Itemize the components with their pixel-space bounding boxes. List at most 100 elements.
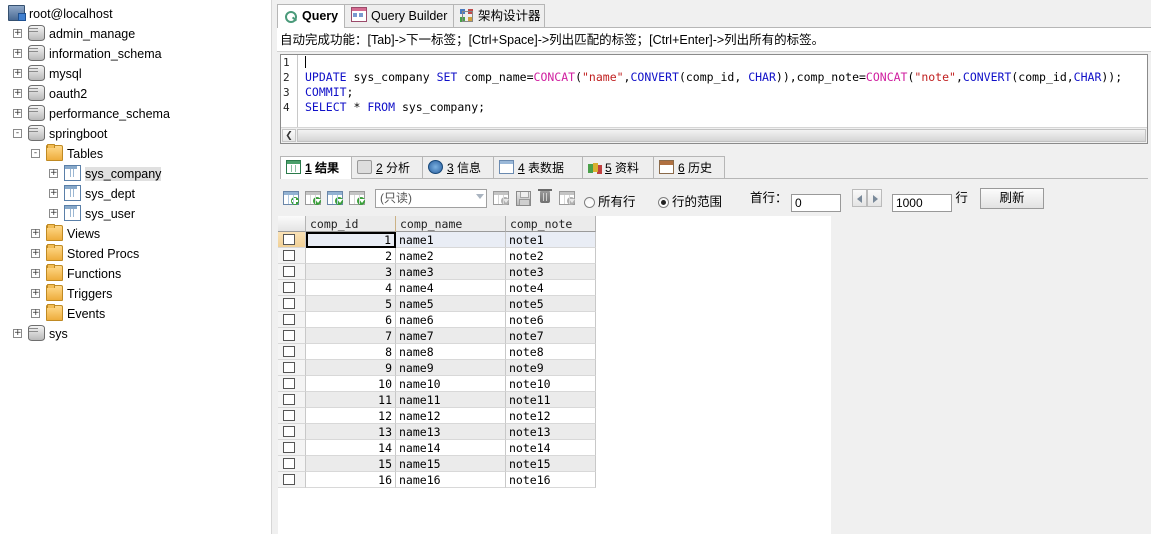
result-tab-5[interactable]: 5 资料 [582,156,654,178]
tree-node-information_schema[interactable]: + information_schema [0,44,271,64]
add-record-icon[interactable] [282,189,301,207]
expand-icon[interactable]: + [13,109,22,118]
checkbox-icon[interactable] [283,314,295,325]
cell-comp_name[interactable]: name7 [396,328,506,344]
cell-comp_name[interactable]: name1 [396,232,506,248]
cell-comp_note[interactable]: note13 [506,424,596,440]
row-checkbox[interactable] [278,344,306,360]
row-checkbox[interactable] [278,456,306,472]
tree-node-sys[interactable]: + sys [0,324,271,344]
checkbox-icon[interactable] [283,474,295,485]
row-checkbox[interactable] [278,280,306,296]
select-all-cell[interactable] [278,216,306,232]
cell-comp_note[interactable]: note16 [506,472,596,488]
row-checkbox[interactable] [278,328,306,344]
table-row[interactable]: 6 name6 note6 [278,312,831,328]
table-row[interactable]: 7 name7 note7 [278,328,831,344]
expand-icon[interactable]: + [31,289,40,298]
scroll-thumb[interactable] [297,129,1146,142]
table-row[interactable]: 11 name11 note11 [278,392,831,408]
checkbox-icon[interactable] [283,298,295,309]
row-checkbox[interactable] [278,424,306,440]
cell-comp_id[interactable]: 13 [306,424,396,440]
spin-down-button[interactable] [851,189,867,207]
table-row[interactable]: 3 name3 note3 [278,264,831,280]
cell-comp_id[interactable]: 8 [306,344,396,360]
cell-comp_id[interactable]: 14 [306,440,396,456]
result-tab-2[interactable]: 2 分析 [351,156,423,178]
cell-comp_name[interactable]: name13 [396,424,506,440]
cell-comp_name[interactable]: name6 [396,312,506,328]
cell-comp_name[interactable]: name14 [396,440,506,456]
checkbox-icon[interactable] [283,458,295,469]
expand-icon[interactable]: + [13,329,22,338]
cell-comp_id[interactable]: 6 [306,312,396,328]
column-header-comp_name[interactable]: comp_name [396,216,506,232]
table-row[interactable]: 4 name4 note4 [278,280,831,296]
tree-node-stored-procs[interactable]: + Stored Procs [0,244,271,264]
cell-comp_id[interactable]: 5 [306,296,396,312]
column-header-comp_note[interactable]: comp_note [506,216,596,232]
cell-comp_id[interactable]: 12 [306,408,396,424]
import-grid-icon[interactable] [326,189,345,207]
checkbox-icon[interactable] [283,346,295,357]
tree-node-admin_manage[interactable]: + admin_manage [0,24,271,44]
row-checkbox[interactable] [278,296,306,312]
checkbox-icon[interactable] [283,442,295,453]
checkbox-icon[interactable] [283,378,295,389]
row-checkbox[interactable] [278,360,306,376]
result-grid[interactable]: comp_id comp_name comp_note 1 name1 note1 2 nam… [278,216,831,534]
expand-icon[interactable]: + [49,189,58,198]
refresh-grid-icon[interactable] [558,189,577,207]
checkbox-icon[interactable] [283,410,295,421]
tree-node-performance_schema[interactable]: + performance_schema [0,104,271,124]
collapse-icon[interactable]: - [31,149,40,158]
table-row[interactable]: 2 name2 note2 [278,248,831,264]
cell-comp_note[interactable]: note6 [506,312,596,328]
table-row[interactable]: 16 name16 note16 [278,472,831,488]
checkbox-icon[interactable] [283,266,295,277]
result-tab-6[interactable]: 6 历史 [653,156,725,178]
radio-all-rows[interactable]: 所有行 [584,191,636,210]
export-grid-icon[interactable] [304,189,323,207]
tree-node-sys_user[interactable]: + sys_user [0,204,271,224]
cell-comp_note[interactable]: note8 [506,344,596,360]
collapse-icon[interactable]: - [13,129,22,138]
tree-node-root[interactable]: root@localhost [0,4,271,24]
column-header-comp_id[interactable]: comp_id [306,216,396,232]
result-tab-3[interactable]: 3 信息 [422,156,494,178]
cell-comp_id[interactable]: 9 [306,360,396,376]
row-checkbox[interactable] [278,440,306,456]
cell-comp_id[interactable]: 10 [306,376,396,392]
checkbox-icon[interactable] [283,330,295,341]
sql-code-area[interactable]: UPDATE sys_company SET comp_name=CONCAT(… [299,55,1147,127]
expand-icon[interactable]: + [31,229,40,238]
tree-node-tables[interactable]: - Tables [0,144,271,164]
cell-comp_id[interactable]: 15 [306,456,396,472]
cell-comp_id[interactable]: 11 [306,392,396,408]
table-row[interactable]: 15 name15 note15 [278,456,831,472]
cell-comp_id[interactable]: 7 [306,328,396,344]
expand-icon[interactable]: + [49,169,58,178]
cell-comp_note[interactable]: note4 [506,280,596,296]
editor-hscrollbar[interactable]: ❮ [281,127,1147,143]
table-row[interactable]: 14 name14 note14 [278,440,831,456]
cell-comp_name[interactable]: name3 [396,264,506,280]
row-checkbox[interactable] [278,408,306,424]
row-checkbox[interactable] [278,232,306,248]
row-checkbox[interactable] [278,264,306,280]
row-count-input[interactable]: 1000 [891,194,952,212]
cell-comp_name[interactable]: name16 [396,472,506,488]
insert-row-icon[interactable] [492,189,511,207]
row-checkbox[interactable] [278,392,306,408]
table-row[interactable]: 9 name9 note9 [278,360,831,376]
cell-comp_name[interactable]: name9 [396,360,506,376]
tree-node-sys_company[interactable]: + sys_company [0,164,271,184]
row-checkbox[interactable] [278,248,306,264]
tab-架构设计器[interactable]: 架构设计器 [453,4,545,27]
cell-comp_name[interactable]: name15 [396,456,506,472]
table-row[interactable]: 10 name10 note10 [278,376,831,392]
cell-comp_name[interactable]: name2 [396,248,506,264]
expand-icon[interactable]: + [31,309,40,318]
database-tree[interactable]: root@localhost + admin_manage + information_… [0,0,271,344]
